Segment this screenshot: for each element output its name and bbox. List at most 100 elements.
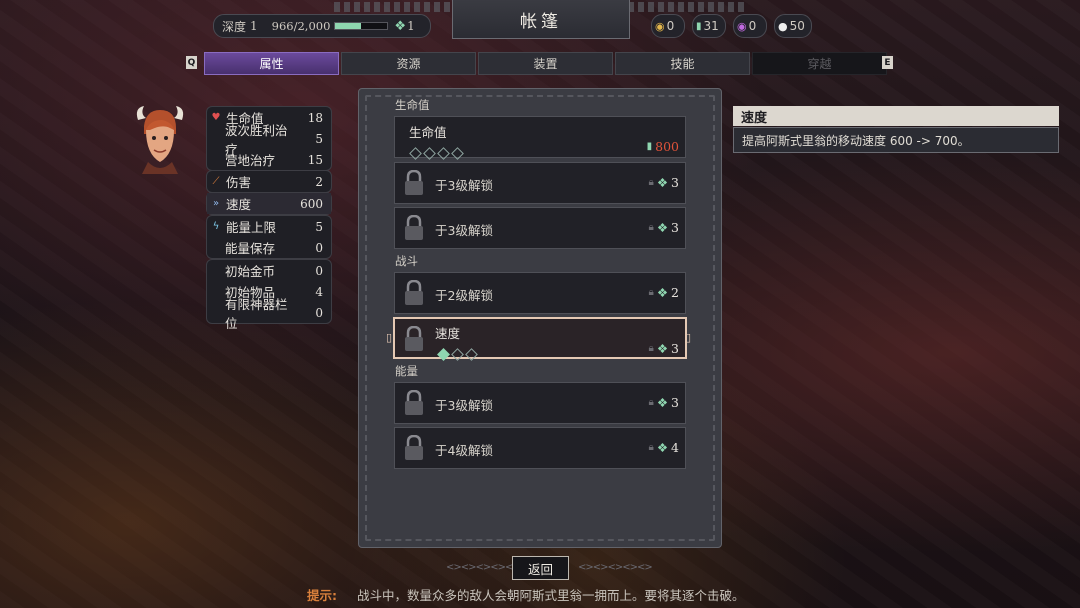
- upgrade-name: 生命值: [409, 125, 447, 140]
- cost-value: 3: [671, 341, 679, 356]
- small-lock-icon: 🔒︎: [648, 222, 654, 233]
- stat-label: 初始金币: [225, 264, 276, 279]
- small-lock-icon: 🔒︎: [648, 442, 654, 453]
- gem-level-icon: ❖: [656, 395, 669, 410]
- coin-icon: ◉: [655, 19, 665, 33]
- upgrade-name: 于3级解锁: [435, 223, 493, 238]
- gem-level-icon: ❖: [656, 440, 669, 455]
- ornament-left: <><><><><>: [446, 562, 521, 573]
- tooltip-title: 速度: [733, 106, 1059, 126]
- stats-speed-group: » 速度 600: [206, 192, 332, 215]
- gem-currency-icon: ▮: [696, 20, 702, 32]
- currency-gem: ▮ 31: [692, 14, 726, 38]
- currency-value: 50: [789, 19, 805, 33]
- rank-diamond: [409, 147, 422, 160]
- upgrade-name: 于3级解锁: [435, 178, 493, 193]
- stat-value: 2: [315, 174, 323, 189]
- greek-ornament-right: [628, 2, 746, 12]
- gem-level-icon: ❖: [394, 18, 407, 34]
- upgrade-cost: 🔒︎ ❖ 2: [649, 285, 680, 300]
- tab-traverse[interactable]: 穿越: [752, 52, 887, 75]
- tab-resources[interactable]: 资源: [341, 52, 476, 75]
- stat-label: 伤害: [226, 175, 252, 190]
- currency-value: 0: [748, 19, 757, 33]
- stat-value: 0: [315, 263, 323, 278]
- section-label-health: 生命值: [395, 98, 430, 112]
- upgrade-locked-6[interactable]: 于4级解锁 🔒︎ ❖ 4: [394, 427, 686, 469]
- stat-label: 有限神器栏位: [225, 296, 288, 331]
- tab-bar: 属性 资源 装置 技能 穿越: [204, 52, 887, 75]
- stats-energy-group: ϟ 能量上限 5 能量保存 0: [206, 215, 332, 259]
- speed-chevron-icon: »: [212, 198, 220, 209]
- small-lock-icon: 🔒︎: [648, 397, 654, 408]
- tab-attributes[interactable]: 属性: [204, 52, 339, 75]
- cost-value: 3: [671, 395, 679, 410]
- upgrade-cost: 🔒︎ ❖ 4: [649, 440, 680, 455]
- upgrade-name: 于4级解锁: [435, 443, 493, 458]
- section-label-combat: 战斗: [395, 254, 418, 268]
- currency-coin: ◉ 0: [651, 14, 685, 38]
- selection-bracket-right: ▯: [685, 331, 692, 344]
- cost-value: 3: [671, 175, 679, 190]
- page-title: 帐篷: [452, 0, 630, 39]
- currency-purple: ◉ 0: [733, 14, 767, 38]
- upgrade-health[interactable]: 生命值 ▮ 800: [394, 116, 686, 160]
- cost-value: 3: [671, 220, 679, 235]
- stat-speed: » 速度 600: [207, 193, 331, 214]
- lock-icon: [405, 435, 423, 460]
- small-lock-icon: 🔒︎: [648, 177, 654, 188]
- currency-white: ● 50: [774, 14, 812, 38]
- stats-damage-group: ⟋ 伤害 2: [206, 170, 332, 193]
- stat-value: 0: [315, 305, 323, 320]
- next-tab-key[interactable]: E: [882, 56, 893, 69]
- gem-level-icon: ❖: [656, 220, 669, 235]
- hint-key: 提示:: [307, 588, 337, 603]
- stat-value: 600: [300, 196, 323, 211]
- white-orb-icon: ●: [778, 19, 788, 33]
- lock-icon: [405, 390, 423, 415]
- upgrade-locked-5[interactable]: 于3级解锁 🔒︎ ❖ 3: [394, 382, 686, 424]
- rank-diamond: [451, 348, 464, 361]
- greek-ornament-left: [334, 2, 452, 12]
- tab-devices[interactable]: 装置: [478, 52, 613, 75]
- tab-skills[interactable]: 技能: [615, 52, 750, 75]
- stat-value: 0: [315, 240, 323, 255]
- ornament-right: <><><><><>: [578, 562, 653, 573]
- upgrade-locked-3[interactable]: 于2级解锁 🔒︎ ❖ 2: [394, 272, 686, 314]
- upgrade-cost: 🔒︎ ❖ 3: [649, 395, 680, 410]
- lock-icon: [405, 326, 423, 351]
- stat-label: 营地治疗: [225, 153, 276, 168]
- stat-label: 速度: [226, 197, 252, 212]
- upgrade-locked-1[interactable]: 于3级解锁 🔒︎ ❖ 3: [394, 162, 686, 204]
- purple-orb-icon: ◉: [737, 19, 747, 33]
- tooltip-text: 提高阿斯式里翁的移动速度 600 -> 700。: [733, 127, 1059, 153]
- prev-tab-key[interactable]: Q: [186, 56, 197, 69]
- stat-value: 5: [315, 219, 323, 234]
- rank-diamond: [437, 147, 450, 160]
- rank-diamond: [423, 147, 436, 160]
- sword-icon: ⟋: [212, 176, 220, 187]
- stat-camp-heal: 营地治疗 15: [207, 149, 331, 170]
- rank-diamond: [451, 147, 464, 160]
- stat-label: 能量保存: [225, 241, 276, 256]
- back-button[interactable]: 返回: [512, 556, 569, 580]
- xp-progress-bar: [334, 22, 389, 30]
- stat-value: 5: [315, 131, 323, 146]
- cost-value: 2: [671, 285, 679, 300]
- upgrade-speed-selected[interactable]: 速度 🔒︎ ❖ 3: [393, 317, 687, 361]
- lightning-icon: ϟ: [212, 221, 220, 232]
- xp-text: 966/2,000: [271, 19, 331, 33]
- stat-value: 15: [307, 152, 323, 167]
- upgrade-locked-2[interactable]: 于3级解锁 🔒︎ ❖ 3: [394, 207, 686, 249]
- small-lock-icon: 🔒︎: [648, 287, 654, 298]
- rank-diamond-filled: [437, 348, 450, 361]
- xp-progress-fill: [335, 23, 361, 29]
- heart-icon: ♥: [211, 112, 221, 123]
- upgrade-cost: 🔒︎ ❖ 3: [649, 220, 680, 235]
- gem-level-icon: ❖: [656, 341, 669, 356]
- rank-diamond: [465, 348, 478, 361]
- currency-value: 31: [703, 19, 719, 33]
- depth-label: 深度: [222, 19, 247, 34]
- lock-icon: [405, 170, 423, 195]
- upgrade-cost: ▮ 800: [647, 139, 679, 154]
